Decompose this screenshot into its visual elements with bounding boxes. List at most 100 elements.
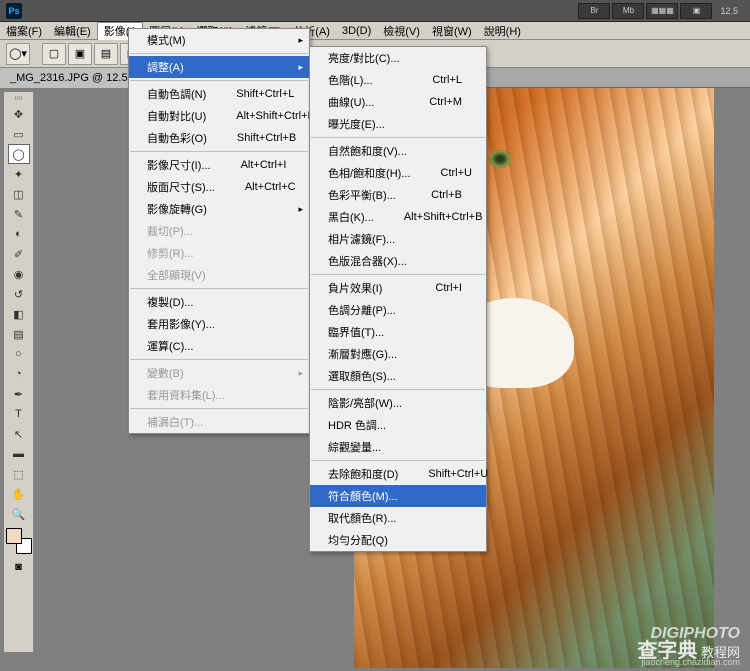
menu-說明[interactable]: 說明(H) (478, 22, 527, 40)
dodge-tool[interactable]: ◔ (8, 364, 30, 384)
move-tool[interactable]: ✥ (8, 104, 30, 124)
adjust-menu-item-10[interactable]: 色版混合器(X)... (310, 250, 486, 272)
adjust-menu-item-5[interactable]: 自然飽和度(V)... (310, 140, 486, 162)
adjust-menu-item-3[interactable]: 曝光度(E)... (310, 113, 486, 135)
image-menu-item-15[interactable]: 複製(D)... (129, 291, 309, 313)
color-swatches[interactable] (6, 528, 32, 554)
new-selection-icon[interactable]: ▢ (42, 43, 66, 65)
image-menu-item-6[interactable]: 自動色彩(O)Shift+Ctrl+B (129, 127, 309, 149)
adjust-menu-label: 色相/飽和度(H)... (328, 165, 411, 181)
menu-檢視[interactable]: 檢視(V) (377, 22, 426, 40)
shape-tool[interactable]: ▬ (8, 444, 30, 464)
adjust-menu-item-8[interactable]: 黑白(K)...Alt+Shift+Ctrl+B (310, 206, 486, 228)
image-menu-item-20: 套用資料集(L)... (129, 384, 309, 406)
toolbox-handle[interactable] (6, 96, 32, 102)
image-menu-item-13: 全部顯現(V) (129, 264, 309, 286)
marquee-tool[interactable]: ▭ (8, 124, 30, 144)
menu-視窗[interactable]: 視窗(W) (426, 22, 478, 40)
adjust-menu-item-18[interactable]: 陰影/亮部(W)... (310, 392, 486, 414)
adjust-menu-label: 自然飽和度(V)... (328, 143, 407, 159)
image-menu-item-16[interactable]: 套用影像(Y)... (129, 313, 309, 335)
image-menu-label: 運算(C)... (147, 338, 193, 354)
image-menu-separator (130, 359, 308, 360)
adjust-menu-item-20[interactable]: 綜觀變量... (310, 436, 486, 458)
adjust-menu-item-0[interactable]: 亮度/對比(C)... (310, 47, 486, 69)
magic-wand-tool[interactable]: ✦ (8, 164, 30, 184)
path-tool[interactable]: ↖ (8, 424, 30, 444)
adjust-menu-item-23[interactable]: 符合顏色(M)... (310, 485, 486, 507)
image-menu-label: 補漏白(T)... (147, 414, 203, 430)
image-menu-item-12: 修剪(R)... (129, 242, 309, 264)
adjust-menu-label: 色版混合器(X)... (328, 253, 407, 269)
image-menu-separator (130, 288, 308, 289)
adjust-menu-item-12[interactable]: 負片效果(I)Ctrl+I (310, 277, 486, 299)
eraser-tool[interactable]: ◧ (8, 304, 30, 324)
image-menu-separator (130, 80, 308, 81)
image-menu-item-22: 補漏白(T)... (129, 411, 309, 433)
adjust-menu-item-13[interactable]: 色調分離(P)... (310, 299, 486, 321)
image-menu-item-2[interactable]: 調整(A) (129, 56, 309, 78)
adjust-menu-item-19[interactable]: HDR 色調... (310, 414, 486, 436)
adjust-menu-item-25[interactable]: 均勻分配(Q) (310, 529, 486, 551)
image-menu-item-9[interactable]: 版面尺寸(S)...Alt+Ctrl+C (129, 176, 309, 198)
tool-preset-icon[interactable]: ◯▾ (6, 43, 30, 65)
zoom-tool[interactable]: 🔍 (8, 504, 30, 524)
history-brush-tool[interactable]: ↺ (8, 284, 30, 304)
crop-tool[interactable]: ◫ (8, 184, 30, 204)
menu-檔案[interactable]: 檔案(F) (0, 22, 48, 40)
pen-tool[interactable]: ✒ (8, 384, 30, 404)
adjust-menu-label: HDR 色調... (328, 417, 386, 433)
image-menu-item-11: 裁切(P)... (129, 220, 309, 242)
image-menu-item-8[interactable]: 影像尺寸(I)...Alt+Ctrl+I (129, 154, 309, 176)
adjust-menu-item-7[interactable]: 色彩平衡(B)...Ctrl+B (310, 184, 486, 206)
adjust-menu-item-9[interactable]: 相片濾鏡(F)... (310, 228, 486, 250)
adjust-menu-label: 去除飽和度(D) (328, 466, 398, 482)
image-menu-label: 裁切(P)... (147, 223, 193, 239)
adjust-menu-label: 臨界值(T)... (328, 324, 384, 340)
zoom-value: 12.5 (720, 6, 738, 16)
adjust-menu-item-15[interactable]: 漸層對應(G)... (310, 343, 486, 365)
adjust-menu-item-14[interactable]: 臨界值(T)... (310, 321, 486, 343)
adjust-menu-separator (311, 137, 485, 138)
image-menu-item-5[interactable]: 自動對比(U)Alt+Shift+Ctrl+L (129, 105, 309, 127)
image-menu-item-17[interactable]: 運算(C)... (129, 335, 309, 357)
3d-tool[interactable]: ⬚ (8, 464, 30, 484)
brush-tool[interactable]: ✐ (8, 244, 30, 264)
hand-tool[interactable]: ✋ (8, 484, 30, 504)
adjust-menu-item-16[interactable]: 選取顏色(S)... (310, 365, 486, 387)
healing-tool[interactable]: ◐ (8, 224, 30, 244)
blur-tool[interactable]: ○ (8, 344, 30, 364)
image-menu-shortcut: Alt+Ctrl+C (245, 181, 296, 193)
image-menu-item-10[interactable]: 影像旋轉(G) (129, 198, 309, 220)
adjust-menu-label: 曲線(U)... (328, 94, 374, 110)
menu-編輯[interactable]: 編輯(E) (48, 22, 97, 40)
eyedropper-tool[interactable]: ✎ (8, 204, 30, 224)
lasso-tool[interactable]: ◯ (8, 144, 30, 164)
adjust-menu-item-6[interactable]: 色相/飽和度(H)...Ctrl+U (310, 162, 486, 184)
subtract-selection-icon[interactable]: ▤ (94, 43, 118, 65)
quickmask-toggle[interactable]: ◙ (8, 558, 30, 576)
adjust-menu-item-2[interactable]: 曲線(U)...Ctrl+M (310, 91, 486, 113)
add-selection-icon[interactable]: ▣ (68, 43, 92, 65)
adjustments-submenu: 亮度/對比(C)...色階(L)...Ctrl+L曲線(U)...Ctrl+M曝… (309, 46, 487, 552)
image-menu-item-0[interactable]: 模式(M) (129, 29, 309, 51)
adjust-menu-item-1[interactable]: 色階(L)...Ctrl+L (310, 69, 486, 91)
menu-3D[interactable]: 3D(D) (336, 22, 377, 40)
adjust-menu-item-22[interactable]: 去除飽和度(D)Shift+Ctrl+U (310, 463, 486, 485)
document-tab[interactable]: _MG_2316.JPG @ 12.5% (0, 68, 147, 88)
gradient-tool[interactable]: ▤ (8, 324, 30, 344)
app-icon2[interactable]: ▣ (680, 3, 712, 19)
bridge-icon[interactable]: Br (578, 3, 610, 19)
image-menu-item-4[interactable]: 自動色調(N)Shift+Ctrl+L (129, 83, 309, 105)
minibridge-icon[interactable]: Mb (612, 3, 644, 19)
image-menu-label: 自動對比(U) (147, 108, 206, 124)
adjust-menu-shortcut: Ctrl+I (435, 282, 462, 294)
stamp-tool[interactable]: ◉ (8, 264, 30, 284)
image-menu-label: 變數(B) (147, 365, 184, 381)
type-tool[interactable]: T (8, 404, 30, 424)
image-menu-label: 調整(A) (147, 59, 184, 75)
adjust-menu-label: 相片濾鏡(F)... (328, 231, 395, 247)
app-icon1[interactable]: ▦▦▦ (646, 3, 678, 19)
adjust-menu-item-24[interactable]: 取代顏色(R)... (310, 507, 486, 529)
adjust-menu-label: 漸層對應(G)... (328, 346, 397, 362)
